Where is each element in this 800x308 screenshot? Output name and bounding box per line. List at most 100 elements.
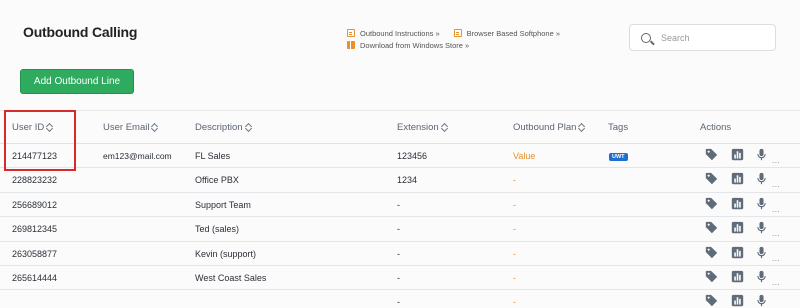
windows-store-label: Download from Windows Store » bbox=[360, 40, 470, 50]
bar-chart-icon[interactable] bbox=[731, 246, 744, 259]
sort-icon bbox=[579, 123, 585, 132]
table-row[interactable]: 269812345 Ted (sales) - -... bbox=[0, 217, 800, 242]
search-icon bbox=[641, 32, 651, 43]
table-header: User ID User Email Description Extension… bbox=[0, 110, 800, 144]
outbound-plan-cell: - bbox=[513, 224, 516, 235]
table-row[interactable]: 214477123 em123@mail.com FL Sales 123456 Val… bbox=[0, 144, 800, 169]
outbound-lines-table: User ID User Email Description Extension… bbox=[0, 110, 800, 308]
microphone-icon[interactable] bbox=[755, 148, 768, 161]
description-header-label: Description bbox=[195, 122, 243, 133]
bar-chart-icon[interactable] bbox=[731, 197, 744, 210]
description-cell: Kevin (support) bbox=[195, 248, 257, 259]
sort-icon bbox=[152, 123, 158, 132]
tag-icon[interactable] bbox=[705, 172, 718, 185]
search-box bbox=[629, 24, 776, 51]
more-options-icon[interactable]: ... bbox=[772, 254, 780, 263]
column-header-user-email[interactable]: User Email bbox=[103, 122, 158, 133]
microphone-icon[interactable] bbox=[755, 294, 768, 307]
bar-chart-icon[interactable] bbox=[731, 148, 744, 161]
sort-icon bbox=[442, 123, 448, 132]
bar-chart-icon[interactable] bbox=[731, 172, 744, 185]
sort-icon bbox=[246, 123, 252, 132]
table-row[interactable]: 265614444 West Coast Sales - -... bbox=[0, 265, 800, 291]
column-header-extension[interactable]: Extension bbox=[397, 122, 448, 133]
browser-softphone-label: Browser Based Softphone » bbox=[466, 28, 561, 38]
extension-cell: 123456 bbox=[397, 151, 428, 161]
more-options-icon[interactable]: ... bbox=[772, 205, 780, 214]
microphone-icon[interactable] bbox=[755, 172, 768, 185]
description-cell: West Coast Sales bbox=[195, 272, 267, 283]
microphone-icon[interactable] bbox=[755, 221, 768, 234]
table-row[interactable]: 256689012 Support Team - -... bbox=[0, 192, 800, 218]
tag-badge: UWT bbox=[609, 153, 628, 161]
microphone-icon[interactable] bbox=[755, 246, 768, 259]
outbound-plan-cell: Value bbox=[513, 151, 536, 161]
bar-chart-icon[interactable] bbox=[731, 270, 744, 283]
outbound-plan-cell: - bbox=[513, 297, 516, 308]
table-row[interactable]: 263058877 Kevin (support) - -... bbox=[0, 241, 800, 266]
table-row[interactable]: 228823232 Office PBX 1234 -... bbox=[0, 168, 800, 193]
user-id-cell: 265614444 bbox=[12, 272, 58, 283]
extension-cell: - bbox=[397, 199, 400, 210]
more-options-icon[interactable]: ... bbox=[772, 229, 780, 238]
more-options-icon[interactable]: ... bbox=[772, 156, 780, 165]
more-options-icon[interactable]: ... bbox=[772, 180, 780, 189]
browser-softphone-link[interactable]: Browser Based Softphone » bbox=[453, 28, 561, 38]
tag-icon[interactable] bbox=[705, 148, 718, 161]
description-cell: FL Sales bbox=[195, 151, 231, 161]
column-header-actions: Actions bbox=[700, 122, 731, 133]
outbound-instructions-link[interactable]: Outbound Instructions » bbox=[347, 29, 440, 38]
outbound-calling-panel: Outbound Calling Outbound Instructions »… bbox=[0, 0, 800, 308]
user-id-cell: 263058877 bbox=[12, 248, 58, 259]
tag-icon[interactable] bbox=[705, 197, 718, 210]
windows-store-link[interactable]: Download from Windows Store » bbox=[347, 41, 469, 50]
extension-cell: - bbox=[397, 224, 400, 235]
column-header-description[interactable]: Description bbox=[195, 122, 252, 133]
extension-cell: 1234 bbox=[397, 175, 418, 186]
sort-icon bbox=[47, 123, 53, 132]
tag-icon[interactable] bbox=[705, 221, 718, 234]
extension-cell: - bbox=[397, 272, 400, 283]
table-row[interactable]: - -... bbox=[0, 290, 800, 308]
help-links: Outbound Instructions » Browser Based So… bbox=[347, 27, 560, 51]
page-title: Outbound Calling bbox=[23, 24, 138, 40]
more-options-icon[interactable]: ... bbox=[772, 278, 780, 287]
outbound-plan-header-label: Outbound Plan bbox=[513, 122, 577, 133]
search-input[interactable] bbox=[661, 32, 761, 43]
extension-cell: - bbox=[397, 248, 400, 259]
outbound-plan-cell: - bbox=[513, 199, 516, 210]
user-email-cell: em123@mail.com bbox=[103, 151, 172, 161]
user-email-header-label: User Email bbox=[103, 122, 150, 133]
user-id-cell: 214477123 bbox=[12, 151, 58, 161]
tag-icon[interactable] bbox=[705, 246, 718, 259]
more-options-icon[interactable]: ... bbox=[772, 302, 780, 308]
column-header-user-id[interactable]: User ID bbox=[12, 122, 53, 133]
bar-chart-icon[interactable] bbox=[731, 221, 744, 234]
user-id-header-label: User ID bbox=[12, 122, 45, 133]
column-header-tags: Tags bbox=[608, 122, 628, 133]
description-cell: Support Team bbox=[195, 199, 251, 210]
tags-header-label: Tags bbox=[608, 122, 629, 133]
tag-icon[interactable] bbox=[705, 294, 718, 307]
outbound-instructions-label: Outbound Instructions » bbox=[360, 28, 440, 38]
extension-header-label: Extension bbox=[397, 122, 439, 133]
bar-chart-icon[interactable] bbox=[731, 294, 744, 307]
add-outbound-line-button[interactable]: Add Outbound Line bbox=[20, 69, 134, 94]
description-cell: Ted (sales) bbox=[195, 224, 240, 235]
microphone-icon[interactable] bbox=[755, 197, 768, 210]
document-icon bbox=[347, 29, 355, 37]
column-header-outbound-plan[interactable]: Outbound Plan bbox=[513, 122, 585, 133]
table-body: 214477123 em123@mail.com FL Sales 123456 Val… bbox=[0, 144, 800, 308]
extension-cell: - bbox=[397, 297, 400, 308]
windows-icon bbox=[347, 41, 355, 49]
microphone-icon[interactable] bbox=[755, 270, 768, 283]
description-cell: Office PBX bbox=[195, 175, 239, 186]
document-icon bbox=[453, 29, 462, 37]
outbound-plan-cell: - bbox=[513, 248, 516, 259]
actions-header-label: Actions bbox=[700, 122, 732, 133]
outbound-plan-cell: - bbox=[513, 175, 516, 186]
user-id-cell: 228823232 bbox=[12, 175, 58, 186]
tag-icon[interactable] bbox=[705, 270, 718, 283]
user-id-cell: 256689012 bbox=[12, 199, 58, 210]
user-id-cell: 269812345 bbox=[12, 224, 58, 235]
